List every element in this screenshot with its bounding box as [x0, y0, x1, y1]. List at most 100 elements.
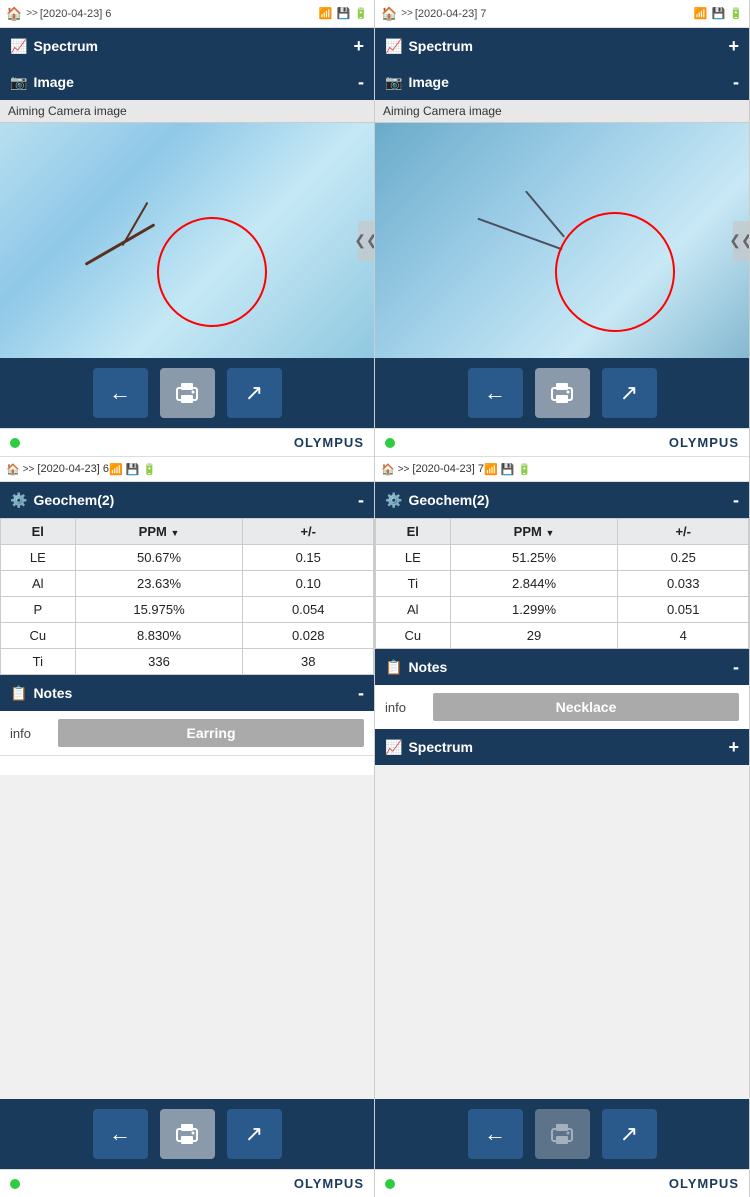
table-cell: 2.844% — [450, 571, 618, 597]
geochem-label-r: Geochem(2) — [408, 492, 489, 508]
print-button-bottom-left[interactable] — [160, 1109, 215, 1159]
image-icon-r: 📷 — [385, 74, 402, 91]
arrows-r: >> — [401, 8, 413, 19]
batt-icon2: 🔋 — [142, 464, 156, 476]
batt-icon-r: 🔋 — [729, 7, 743, 20]
col-ppm[interactable]: PPM ▼ — [75, 519, 243, 545]
home-icon3: 🏠 — [381, 463, 395, 476]
brand-logo-bottom: OLYMPUS — [294, 1176, 364, 1191]
col-pm: +/- — [243, 519, 374, 545]
branch-r — [477, 218, 562, 251]
table-cell: 0.054 — [243, 597, 374, 623]
geochem-toggle-r[interactable]: - — [733, 490, 739, 511]
geochem-header-left[interactable]: ⚙️ Geochem(2) - — [0, 482, 374, 518]
sort-arrow: ▼ — [170, 528, 179, 538]
spectrum-header-left[interactable]: 📈 Spectrum + — [0, 28, 374, 64]
table-row: Cu8.830%0.028 — [1, 623, 374, 649]
table-cell: Ti — [376, 571, 451, 597]
panel-right: 🏠 >> [2020-04-23] 7 📶 💾 🔋 📈 Spectrum + 📷… — [375, 0, 750, 1197]
wifi-icon: 📶 — [319, 7, 333, 20]
arrows3: >> — [398, 464, 410, 475]
sd-icon3: 💾 — [501, 464, 515, 476]
table-cell: 0.15 — [243, 545, 374, 571]
brand-logo-br: OLYMPUS — [669, 1176, 739, 1191]
spectrum-bottom-right[interactable]: 📈 Spectrum + — [375, 729, 749, 765]
notes-header-left[interactable]: 📋 Notes - — [0, 675, 374, 711]
status-icons2: 📶 💾 🔋 — [109, 463, 156, 476]
image-label-r: Image — [408, 74, 448, 90]
table-cell: LE — [1, 545, 76, 571]
image-toggle[interactable]: - — [358, 72, 364, 93]
batt-icon3: 🔋 — [517, 464, 531, 476]
expand-button-bottom-left[interactable]: ↗ — [227, 1109, 282, 1159]
spectrum-toggle-r[interactable]: + — [728, 36, 739, 57]
image-header-left[interactable]: 📷 Image - — [0, 64, 374, 100]
expand-button-top-right[interactable]: ↗ — [602, 368, 657, 418]
print-button-top-left[interactable] — [160, 368, 215, 418]
col-ppm-r[interactable]: PPM ▼ — [450, 519, 618, 545]
notes-header-right[interactable]: 📋 Notes - — [375, 649, 749, 685]
status-icons-r: 📶 💾 🔋 — [694, 7, 743, 20]
side-chevron-left[interactable]: ❮❮ — [358, 221, 374, 261]
notes-info-label-r: info — [385, 700, 425, 715]
spectrum-toggle-bottom[interactable]: + — [728, 737, 739, 758]
side-chevron-right[interactable]: ❮❮ — [733, 221, 749, 261]
spectrum-icon-bottom: 📈 — [385, 739, 402, 756]
notes-value-button-right[interactable]: Necklace — [433, 693, 739, 721]
table-cell: 29 — [450, 623, 618, 649]
expand-button-bottom-right[interactable]: ↗ — [602, 1109, 657, 1159]
spectrum-label-bottom: Spectrum — [408, 739, 473, 755]
spectrum-toggle[interactable]: + — [353, 36, 364, 57]
back-button-top-right[interactable]: ← — [468, 368, 523, 418]
image-toggle-r[interactable]: - — [733, 72, 739, 93]
col-el: El — [1, 519, 76, 545]
branch-decor2 — [122, 202, 149, 246]
title3: [2020-04-23] 7 — [412, 463, 484, 475]
status-bar2-right: 🏠 >> [2020-04-23] 7 📶 💾 🔋 — [375, 456, 749, 482]
status-bar-top-right: 🏠 >> [2020-04-23] 7 📶 💾 🔋 — [375, 0, 749, 28]
sort-arrow-r: ▼ — [545, 528, 554, 538]
branch-decor — [85, 223, 156, 266]
table-cell: Cu — [376, 623, 451, 649]
spectrum-header-right[interactable]: 📈 Spectrum + — [375, 28, 749, 64]
footer-bar-bottom-left: OLYMPUS — [0, 1169, 374, 1197]
back-button-bottom-right[interactable]: ← — [468, 1109, 523, 1159]
geochem-icon: ⚙️ — [10, 492, 27, 509]
branch-r2 — [525, 190, 565, 237]
col-pm-r: +/- — [618, 519, 749, 545]
notes-toggle[interactable]: - — [358, 683, 364, 704]
table-cell: 38 — [243, 649, 374, 675]
table-cell: 23.63% — [75, 571, 243, 597]
status-dot — [10, 438, 20, 448]
status-dot-br — [385, 1179, 395, 1189]
notes-section-left: 📋 Notes - info Earring — [0, 675, 374, 755]
back-button-top-left[interactable]: ← — [93, 368, 148, 418]
print-button-bottom-right[interactable] — [535, 1109, 590, 1159]
table-cell: 4 — [618, 623, 749, 649]
footer-bar-top-right: OLYMPUS — [375, 428, 749, 456]
status-bar-top-left: 🏠 >> [2020-04-23] 6 📶 💾 🔋 — [0, 0, 374, 28]
table-cell: 51.25% — [450, 545, 618, 571]
aim-circle-r — [555, 212, 675, 332]
sd-icon: 💾 — [337, 7, 351, 20]
action-bar-top-left: ← ↗ — [0, 358, 374, 428]
expand-button-top-left[interactable]: ↗ — [227, 368, 282, 418]
table-section-left: El PPM ▼ +/- LE50.67%0.15Al23.63%0.10P15… — [0, 518, 374, 675]
spectrum-label-r: Spectrum — [408, 38, 473, 54]
image-header-right[interactable]: 📷 Image - — [375, 64, 749, 100]
geochem-label: Geochem(2) — [33, 492, 114, 508]
camera-label-left: Aiming Camera image — [0, 100, 374, 123]
geochem-toggle[interactable]: - — [358, 490, 364, 511]
table-row: Al23.63%0.10 — [1, 571, 374, 597]
notes-row-right: info Necklace — [375, 685, 749, 729]
status-bar2-left: 🏠 >> [2020-04-23] 6 📶 💾 🔋 — [0, 456, 374, 482]
wifi-icon-r: 📶 — [694, 7, 708, 20]
back-button-bottom-left[interactable]: ← — [93, 1109, 148, 1159]
geochem-header-right[interactable]: ⚙️ Geochem(2) - — [375, 482, 749, 518]
notes-toggle-r[interactable]: - — [733, 657, 739, 678]
home-icon2: 🏠 — [6, 463, 20, 476]
spectrum-icon: 📈 — [10, 38, 27, 55]
data-table-right: El PPM ▼ +/- LE51.25%0.25Ti2.844%0.033Al… — [375, 518, 749, 649]
notes-value-button-left[interactable]: Earring — [58, 719, 364, 747]
print-button-top-right[interactable] — [535, 368, 590, 418]
